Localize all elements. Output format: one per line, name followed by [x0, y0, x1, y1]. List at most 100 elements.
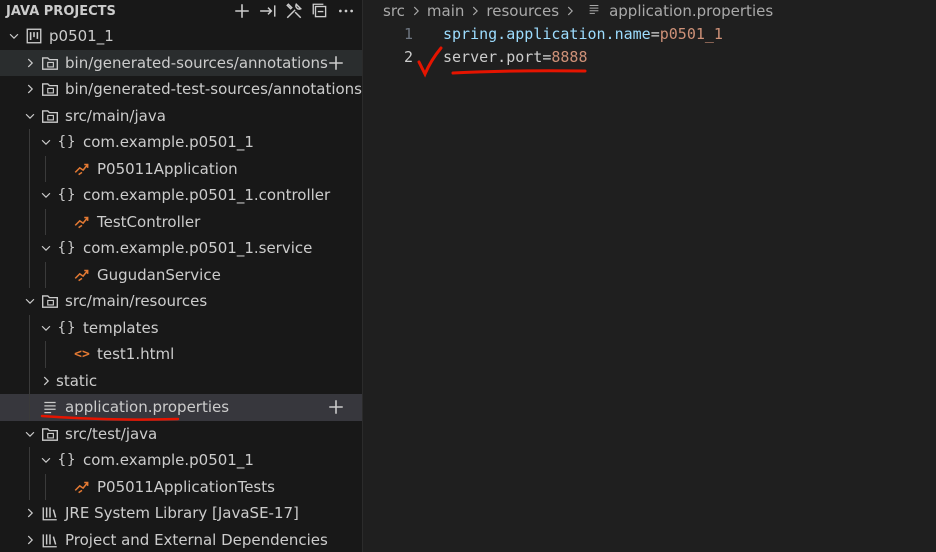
- folder-package-icon: [40, 106, 60, 126]
- library-icon: [40, 530, 60, 550]
- properties-file-icon: [587, 2, 601, 20]
- tree-item-gugudanservice[interactable]: GugudanService: [0, 261, 362, 288]
- indent-guide: [45, 341, 46, 368]
- properties-file-icon: [40, 397, 60, 417]
- code-line[interactable]: 2 server.port = 8888: [363, 45, 936, 68]
- tree-item-bin-generated-sources-annotations[interactable]: bin/generated-sources/annotations: [0, 49, 362, 76]
- chevron-down-icon[interactable]: [38, 320, 54, 336]
- tree-item-label: bin/generated-test-sources/annotations: [64, 80, 362, 99]
- folder-package-icon: [40, 424, 60, 444]
- code-area[interactable]: 1 spring.application.name = p0501_1 2 server.…: [363, 22, 936, 68]
- chevron-right-icon: [468, 4, 482, 18]
- tree-item-jre-system-library-javase-17[interactable]: JRE System Library [JavaSE-17]: [0, 500, 362, 527]
- chevron-down-icon[interactable]: [38, 452, 54, 468]
- tree-item-p05011application[interactable]: P05011Application: [0, 155, 362, 182]
- chevron-down-icon[interactable]: [38, 187, 54, 203]
- tree-item-test1-html[interactable]: <> test1.html: [0, 341, 362, 368]
- indent-guide: [45, 208, 46, 235]
- tree-item-templates[interactable]: {} templates: [0, 314, 362, 341]
- project-tree: p0501_1 bin/generated-sources/annotations…: [0, 23, 362, 552]
- arrow-right-to-line-icon[interactable]: [258, 1, 278, 21]
- indent-guide: [29, 314, 30, 341]
- tree-item-label: bin/generated-sources/annotations: [65, 53, 328, 72]
- tree-item-com-example-p0501-1-controller[interactable]: {} com.example.p0501_1.controller: [0, 182, 362, 209]
- tree-item-label: com.example.p0501_1: [83, 451, 254, 470]
- chevron-down-icon[interactable]: [38, 240, 54, 256]
- breadcrumb-item-resources[interactable]: resources: [486, 2, 559, 20]
- java-projects-header[interactable]: JAVA PROJECTS: [0, 0, 362, 22]
- tree-item-label: P05011ApplicationTests: [97, 477, 275, 496]
- tree-item-src-main-java[interactable]: src/main/java: [0, 103, 362, 130]
- indent-guide: [45, 473, 46, 500]
- property-equals: =: [650, 24, 660, 43]
- tree-item-bin-generated-test-sources-annotations[interactable]: bin/generated-test-sources/annotations: [0, 76, 362, 103]
- chevron-right-icon: [409, 4, 423, 18]
- chevron-down-icon[interactable]: [22, 426, 38, 442]
- tree-item-label: JRE System Library [JavaSE-17]: [65, 504, 299, 523]
- chevron-right-icon[interactable]: [22, 505, 38, 521]
- tree-item-label: templates: [83, 318, 159, 337]
- plus-icon[interactable]: [232, 1, 252, 21]
- java-class-icon: [72, 477, 92, 497]
- chevron-placeholder: [54, 267, 70, 283]
- java-projects-sidebar: JAVA PROJECTS p0501_1 bin/generated-sourc…: [0, 0, 363, 552]
- breadcrumb-file[interactable]: application.properties: [609, 2, 773, 20]
- breadcrumb-item-src[interactable]: src: [383, 2, 405, 20]
- tree-item-application-properties[interactable]: application.properties: [0, 394, 362, 421]
- tree-item-src-main-resources[interactable]: src/main/resources: [0, 288, 362, 315]
- ellipsis-icon[interactable]: [336, 1, 356, 21]
- tree-item-p0501-1[interactable]: p0501_1: [0, 23, 362, 50]
- tree-item-label: TestController: [97, 212, 201, 231]
- package-icon: {}: [57, 319, 77, 336]
- chevron-right-icon[interactable]: [38, 373, 54, 389]
- chevron-placeholder: [54, 479, 70, 495]
- tree-item-com-example-p0501-1[interactable]: {} com.example.p0501_1: [0, 129, 362, 156]
- chevron-right-icon[interactable]: [22, 55, 38, 71]
- collapse-all-icon[interactable]: [310, 1, 330, 21]
- editor: src main resources application.properties 1…: [363, 0, 936, 552]
- tree-item-src-test-java[interactable]: src/test/java: [0, 421, 362, 448]
- chevron-right-icon[interactable]: [22, 532, 38, 548]
- chevron-down-icon[interactable]: [6, 28, 22, 44]
- tree-item-label: test1.html: [97, 345, 175, 364]
- add-plus-icon[interactable]: [326, 53, 346, 73]
- tree-item-com-example-p0501-1[interactable]: {} com.example.p0501_1: [0, 447, 362, 474]
- breadcrumb: src main resources application.properties: [363, 0, 936, 22]
- package-icon: {}: [57, 452, 77, 469]
- tree-item-label: com.example.p0501_1.controller: [83, 186, 331, 205]
- tree-item-label: com.example.p0501_1.service: [83, 239, 313, 258]
- tree-item-static[interactable]: static: [0, 367, 362, 394]
- property-equals: =: [542, 47, 552, 66]
- tree-item-label: GugudanService: [97, 265, 221, 284]
- tree-item-label: static: [56, 371, 98, 390]
- package-icon: {}: [57, 187, 77, 204]
- chevron-down-icon[interactable]: [22, 108, 38, 124]
- tools-icon[interactable]: [284, 1, 304, 21]
- folder-package-icon: [40, 79, 60, 99]
- add-plus-icon[interactable]: [326, 397, 346, 417]
- code-line[interactable]: 1 spring.application.name = p0501_1: [363, 22, 936, 45]
- tree-item-p05011applicationtests[interactable]: P05011ApplicationTests: [0, 473, 362, 500]
- line-number: 2: [403, 47, 413, 66]
- tree-item-project-and-external-dependencies[interactable]: Project and External Dependencies: [0, 527, 362, 552]
- java-class-icon: [72, 159, 92, 179]
- chevron-right-icon[interactable]: [22, 81, 38, 97]
- tree-item-label: src/test/java: [65, 424, 158, 443]
- chevron-down-icon[interactable]: [38, 134, 54, 150]
- html-file-icon: <>: [74, 346, 90, 362]
- tree-item-testcontroller[interactable]: TestController: [0, 208, 362, 235]
- indent-guide: [29, 129, 30, 156]
- package-icon: {}: [57, 134, 77, 151]
- breadcrumb-item-main[interactable]: main: [427, 2, 464, 20]
- tree-item-com-example-p0501-1-service[interactable]: {} com.example.p0501_1.service: [0, 235, 362, 262]
- indent-guide: [29, 341, 30, 368]
- line-number: 1: [403, 24, 413, 43]
- indent-guide: [29, 394, 30, 421]
- indent-guide: [29, 367, 30, 394]
- tree-item-label: src/main/resources: [65, 292, 208, 311]
- indent-guide: [29, 261, 30, 288]
- indent-guide: [29, 208, 30, 235]
- indent-guide: [29, 447, 30, 474]
- chevron-down-icon[interactable]: [22, 293, 38, 309]
- folder-package-icon: [40, 53, 60, 73]
